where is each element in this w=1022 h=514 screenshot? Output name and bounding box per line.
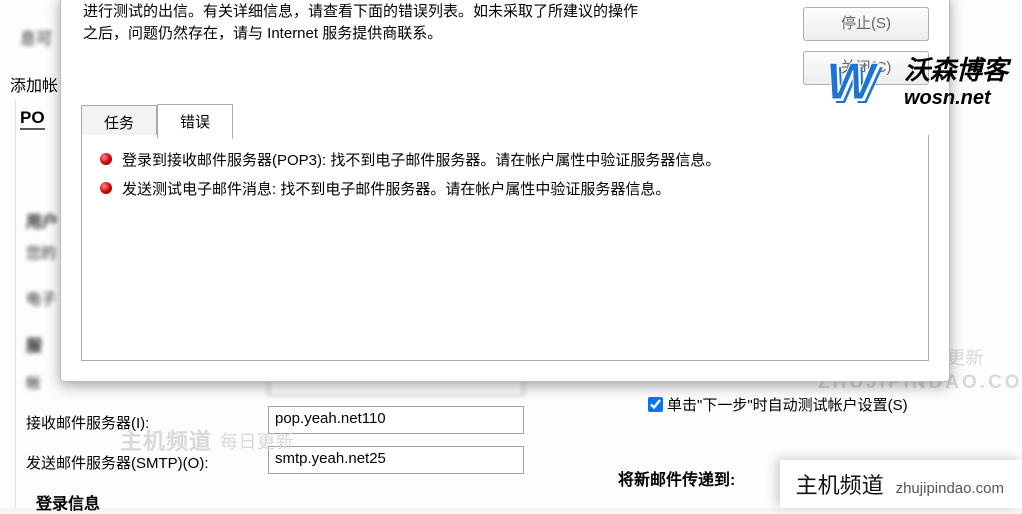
tab-tasks[interactable]: 任务 <box>81 105 157 139</box>
logo-en: wosn.net <box>904 87 991 110</box>
outgoing-server-input[interactable]: smtp.yeah.net25 <box>268 446 524 474</box>
deliver-label: 将新邮件传递到: <box>618 466 735 490</box>
error-icon <box>100 182 112 194</box>
section-login: 登录信息 <box>36 490 100 514</box>
error-icon <box>100 153 112 165</box>
error-row: 发送测试电子邮件消息: 找不到电子邮件服务器。请在帐户属性中验证服务器信息。 <box>100 178 910 199</box>
brand-corner: 主机频道 zhujipindao.com <box>780 460 1022 508</box>
brand-cn: 主机频道 <box>796 468 884 500</box>
add-account-label: 添加帐 <box>10 72 58 96</box>
brand-url: zhujipindao.com <box>896 480 1004 497</box>
errors-panel: 登录到接收邮件服务器(POP3): 找不到电子邮件服务器。请在帐户属性中验证服务… <box>81 135 929 361</box>
error-row: 登录到接收邮件服务器(POP3): 找不到电子邮件服务器。请在帐户属性中验证服务… <box>100 149 910 170</box>
outgoing-label: 发送邮件服务器(SMTP)(O): <box>26 452 208 473</box>
logo-cn: 沃森博客 <box>904 50 1008 87</box>
auto-test-checkbox[interactable] <box>648 397 663 412</box>
incoming-server-input[interactable]: pop.yeah.net110 <box>268 406 524 434</box>
email-label: 电子 <box>26 288 56 309</box>
outer-text-partial: 息可 <box>20 25 52 49</box>
tab-errors[interactable]: 错误 <box>157 104 233 139</box>
left-divider <box>0 100 16 508</box>
error-text: 发送测试电子邮件消息: 找不到电子邮件服务器。请在帐户属性中验证服务器信息。 <box>122 178 670 199</box>
error-text: 登录到接收邮件服务器(POP3): 找不到电子邮件服务器。请在帐户属性中验证服务… <box>122 149 720 170</box>
logo-overlay: W 沃森博客 wosn.net <box>826 50 1008 110</box>
stop-button[interactable]: 停止(S) <box>803 7 929 41</box>
account-label: 帐 <box>26 372 41 393</box>
section-user: 用户 <box>26 208 58 232</box>
dialog-message: 进行测试的出信。有关详细信息，请查看下面的错误列表。如未采取了所建议的操作 之后… <box>83 1 769 45</box>
user-sub: 您的 <box>26 242 56 263</box>
auto-test-checkbox-row[interactable]: 单击"下一步"时自动测试帐户设置(S) <box>648 394 908 415</box>
tab-pop[interactable]: PO <box>20 108 45 130</box>
section-server: 服 <box>26 332 42 356</box>
incoming-label: 接收邮件服务器(I): <box>26 412 149 433</box>
test-dialog: 进行测试的出信。有关详细信息，请查看下面的错误列表。如未采取了所建议的操作 之后… <box>60 0 950 382</box>
dialog-tabs: 任务 错误 <box>81 103 233 138</box>
auto-test-label: 单击"下一步"时自动测试帐户设置(S) <box>667 394 908 415</box>
logo-w-icon: W <box>826 52 896 108</box>
